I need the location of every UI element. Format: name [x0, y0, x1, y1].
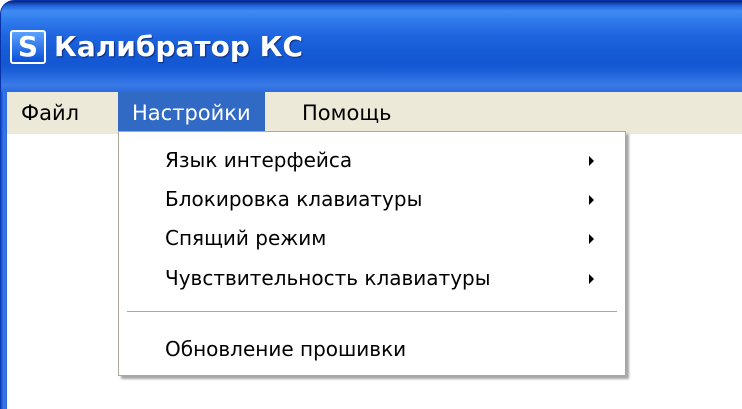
menu-item-label: Чувствительность клавиатуры: [165, 266, 491, 290]
menu-item-keyboard-lock[interactable]: Блокировка клавиатуры: [119, 181, 625, 217]
app-window: S Калибратор КС Файл Настройки Помощь Яз…: [0, 0, 742, 409]
menu-item-label: Обновление прошивки: [165, 337, 407, 361]
menu-help[interactable]: Помощь: [288, 92, 406, 134]
menu-item-interface-language[interactable]: Язык интерфейса: [119, 142, 625, 178]
submenu-arrow-icon: [589, 234, 594, 244]
menu-item-label: Блокировка клавиатуры: [165, 187, 423, 211]
settings-dropdown-menu: Язык интерфейса Блокировка клавиатуры Сп…: [118, 131, 626, 376]
title-bar[interactable]: S Калибратор КС: [0, 0, 742, 92]
submenu-arrow-icon: [589, 195, 594, 205]
menu-settings[interactable]: Настройки: [118, 92, 265, 134]
submenu-arrow-icon: [589, 274, 594, 284]
window-title: Калибратор КС: [54, 30, 304, 63]
window-left-border: [0, 92, 7, 409]
app-s-icon[interactable]: S: [10, 30, 46, 64]
submenu-arrow-icon: [589, 156, 594, 166]
menu-item-sleep-mode[interactable]: Спящий режим: [119, 220, 625, 256]
menu-file[interactable]: Файл: [7, 92, 93, 134]
menu-item-keyboard-sensitivity[interactable]: Чувствительность клавиатуры: [119, 260, 625, 296]
menu-item-label: Язык интерфейса: [165, 148, 353, 172]
menu-separator: [127, 311, 617, 312]
menu-bar: Файл Настройки Помощь: [7, 92, 742, 134]
menu-item-label: Спящий режим: [165, 226, 327, 250]
menu-item-firmware-update[interactable]: Обновление прошивки: [119, 331, 625, 367]
